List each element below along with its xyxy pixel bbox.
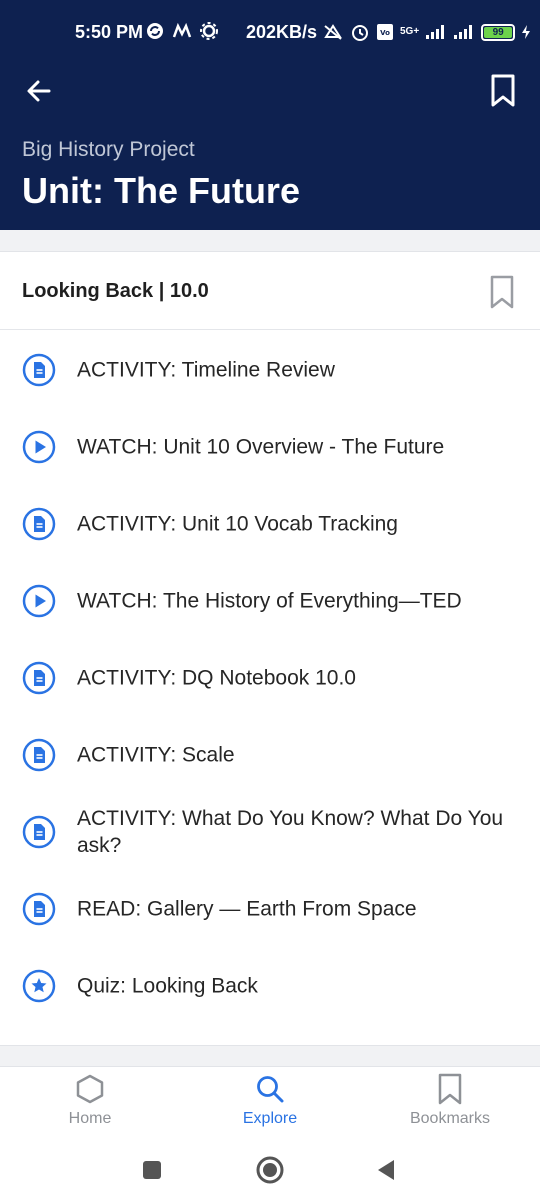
signal-icon — [426, 25, 445, 39]
list-item[interactable]: ACTIVITY: Unit 10 Vocab Tracking — [0, 485, 540, 562]
play-icon — [22, 584, 56, 618]
arrow-left-icon — [27, 80, 51, 102]
circle-icon — [256, 1156, 284, 1184]
list-item[interactable]: ACTIVITY: DQ Notebook 10.0 — [0, 639, 540, 716]
status-network-speed: 202KB/s — [246, 22, 318, 42]
star-icon — [22, 969, 56, 1003]
list-item[interactable]: ACTIVITY: What Do You Know? What Do You … — [0, 793, 540, 870]
tab-explore[interactable]: Explore — [180, 1067, 360, 1143]
document-icon — [22, 661, 56, 695]
battery-icon: 99 — [481, 23, 516, 41]
list-item-label: ACTIVITY: Timeline Review — [77, 358, 335, 381]
document-icon — [22, 507, 56, 541]
list-item[interactable]: ACTIVITY: Scale — [0, 716, 540, 793]
tab-home-label: Home — [68, 1110, 112, 1127]
section-bookmark-button[interactable] — [487, 274, 517, 310]
document-icon — [22, 738, 56, 772]
header-bookmark-button[interactable] — [486, 72, 520, 110]
alarm-icon — [352, 25, 368, 41]
bookmark-icon — [491, 74, 515, 107]
section-card: Looking Back | 10.0 ACTIVITY: Timeline R… — [0, 251, 540, 1046]
system-nav-bar — [0, 1142, 540, 1200]
list-item[interactable]: Quiz: Looking Back — [0, 947, 540, 1024]
tab-bookmarks-label: Bookmarks — [409, 1110, 491, 1127]
sync-icon — [147, 23, 163, 39]
bottom-tab-bar: Home Explore Bookmarks — [0, 1066, 540, 1142]
document-icon — [22, 353, 56, 387]
m-logo-icon — [172, 22, 192, 38]
svg-text:Vo: Vo — [380, 29, 390, 37]
document-icon — [22, 892, 56, 926]
home-system-button[interactable] — [250, 1150, 290, 1190]
status-time: 5:50 PM — [75, 22, 144, 42]
volte-icon: Vo — [377, 24, 393, 40]
battery-level: 99 — [484, 26, 513, 38]
section-title: Looking Back | 10.0 — [22, 280, 209, 302]
status-notification-icons — [146, 22, 218, 40]
mute-icon — [324, 24, 342, 40]
list-item-label: ACTIVITY: Unit 10 Vocab Tracking — [77, 512, 398, 535]
tab-home[interactable]: Home — [0, 1067, 180, 1143]
hexagon-icon — [76, 1074, 104, 1104]
list-item[interactable]: WATCH: Unit 10 Overview - The Future — [0, 408, 540, 485]
list-item-label: WATCH: Unit 10 Overview - The Future — [77, 435, 445, 458]
list-item-label: WATCH: The History of Everything—TED — [77, 589, 462, 612]
status-right-icons: Vo 5G+ 99 — [322, 22, 531, 42]
search-icon — [257, 1076, 284, 1103]
network-type: 5G+ — [400, 26, 420, 37]
signal-icon-2 — [454, 25, 473, 39]
list-item[interactable]: WATCH: The History of Everything—TED — [0, 562, 540, 639]
section-header[interactable]: Looking Back | 10.0 — [0, 252, 540, 330]
triangle-back-icon — [378, 1160, 394, 1180]
list-item-label: ACTIVITY: DQ Notebook 10.0 — [77, 666, 356, 689]
list-item-label: ACTIVITY: What Do You Know? What Do You … — [77, 806, 504, 857]
list-item[interactable]: READ: Gallery — Earth From Space — [0, 870, 540, 947]
charging-icon — [522, 25, 531, 39]
app-header: 5:50 PM 202KB/s Vo 5G+ 99 Big History Pr… — [0, 0, 540, 230]
play-icon — [22, 430, 56, 464]
list-item-label: ACTIVITY: Scale — [77, 743, 235, 766]
page-title: Unit: The Future — [22, 170, 300, 211]
list-item-label: Quiz: Looking Back — [77, 974, 258, 997]
document-icon — [22, 815, 56, 849]
header-subtitle: Big History Project — [22, 138, 195, 161]
bookmark-icon — [438, 1073, 462, 1105]
bookmark-outline-icon — [490, 275, 514, 309]
settings-icon — [200, 22, 218, 40]
tab-explore-label: Explore — [242, 1110, 298, 1127]
back-system-button[interactable] — [366, 1150, 406, 1190]
tab-bookmarks[interactable]: Bookmarks — [360, 1067, 540, 1143]
status-bar: 5:50 PM 202KB/s Vo 5G+ 99 — [0, 0, 540, 66]
list-item-label: READ: Gallery — Earth From Space — [77, 897, 417, 920]
square-icon — [143, 1161, 161, 1179]
back-button[interactable] — [22, 74, 56, 108]
recents-button[interactable] — [132, 1150, 172, 1190]
list-item[interactable]: ACTIVITY: Timeline Review — [0, 331, 540, 408]
